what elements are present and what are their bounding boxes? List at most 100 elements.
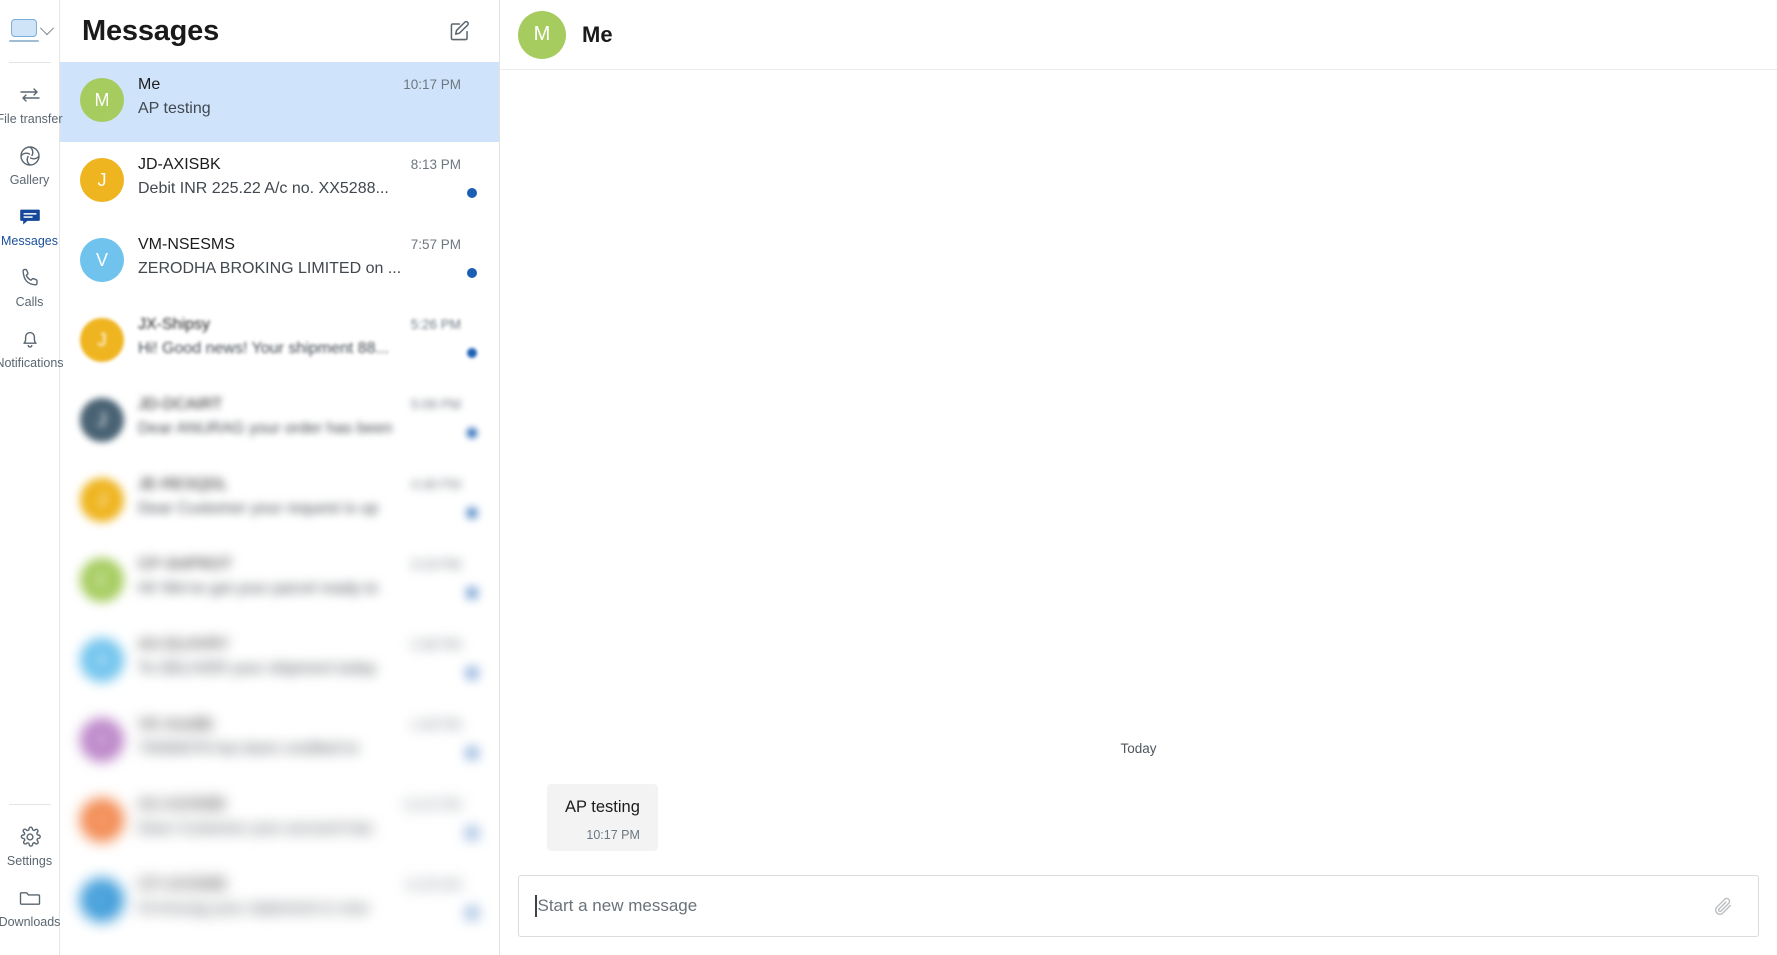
avatar: V [80,718,124,762]
unread-badge [467,748,477,758]
list-item-top-row: JE-RESQDL 4:48 PM [138,476,483,494]
list-item-body: JX-Shipsy 5:26 PM Hi! Good news! Your ship… [138,316,483,358]
list-item[interactable]: J JD-DCAIRT 5:09 PM Dear ANURAG your order … [60,382,499,462]
conversation-time: 8:13 PM [410,157,461,172]
conversation-time: 7:57 PM [410,237,461,252]
list-item-body: AX-AXISMB 12:22 PM Dear Customer your acco… [138,796,483,838]
file-transfer-icon [18,82,42,108]
gear-icon [18,824,42,850]
avatar: J [80,398,124,442]
avatar: C [80,878,124,922]
unread-badge [467,428,477,438]
message-input[interactable] [537,876,1702,936]
list-item-body: VM-NSESMS 7:57 PM ZERODHA BROKING LIMITED … [138,236,483,278]
conversation-preview: Dear ANURAG your order has been [138,420,393,437]
messages-icon [18,204,42,230]
avatar: J [80,158,124,202]
conversation-time: 3:19 PM [410,557,461,572]
compose-icon[interactable] [443,14,477,48]
unread-badge [467,908,477,918]
list-item[interactable]: M Me 10:17 PM AP testing [60,62,499,142]
avatar: C [80,558,124,602]
conversation-preview: ZERODHA BROKING LIMITED on ... [138,260,402,277]
composer[interactable] [518,875,1759,937]
avatar: J [80,318,124,362]
sidebar-item-messages[interactable]: Messages [0,195,60,256]
unread-badge [467,668,477,678]
message-bubble[interactable]: AP testing 10:17 PM [547,784,658,851]
paperclip-icon[interactable] [1702,885,1744,927]
list-item[interactable]: C CP-SHPROT 3:19 PM Hi! We've got your parc… [60,542,499,622]
sidebar-item-file-transfer[interactable]: File transfer [0,73,63,134]
sidebar-item-notifications[interactable]: Notifications [0,317,64,378]
list-item-top-row: AX-AXISMB 12:22 PM [138,796,483,814]
list-item-top-row: VM-NSESMS 7:57 PM [138,236,483,254]
conversation-preview: Hi! We've got your parcel ready to [138,580,379,597]
folder-icon [18,885,42,911]
conversation-time: 1:49 PM [410,717,461,732]
list-item[interactable]: A AX-AXISMB 12:22 PM Dear Customer your acc… [60,782,499,862]
list-item[interactable]: J JX-Shipsy 5:26 PM Hi! Good news! Your shi… [60,302,499,382]
list-item[interactable]: J JE-RESQDL 4:48 PM Dear Customer your requ… [60,462,499,542]
list-item[interactable]: V VM-NSESMS 7:57 PM ZERODHA BROKING LIMITED… [60,222,499,302]
conversation-name: CP-SHPROT [138,556,233,573]
sidebar-item-downloads[interactable]: Downloads [0,876,60,937]
message-thread[interactable]: Today AP testing 10:17 PM [500,70,1777,865]
sidebar-item-label: Notifications [0,356,64,370]
conversation-preview: Dear Customer your request is up [138,500,379,517]
unread-badge [467,268,477,278]
rail-divider-bottom [8,804,51,805]
conversation-name: AX-DLHVRY [138,636,230,653]
list-item[interactable]: C CP-AXISMB 11:05 AM Hi Anurag your stateme… [60,862,499,942]
sidebar-item-calls[interactable]: Calls [0,256,60,317]
conversation-time: 5:26 PM [410,317,461,332]
gallery-icon [18,143,42,169]
conversation-preview: To DELIVER your shipment today [138,660,377,677]
conversation-name: VM-NSESMS [138,236,235,253]
bell-icon [18,326,42,352]
conversation-name: JE-RESQDL [138,476,228,493]
list-item[interactable]: V VK-AxisBk 1:49 PM 75000078 has been credi… [60,702,499,782]
list-item-body: CP-AXISMB 11:05 AM Hi Anurag your statemen… [138,876,483,918]
conversation-time: 5:09 PM [410,397,461,412]
sidebar-item-label: Calls [15,295,44,309]
device-selector[interactable] [0,0,60,62]
avatar: M [518,10,566,59]
list-item[interactable]: J JD-AXISBK 8:13 PM Debit INR 225.22 A/c no… [60,142,499,222]
unread-badge [467,588,477,598]
list-item-body: AX-DLHVRY 2:38 PM To DELIVER your shipment… [138,636,483,678]
conversation-name: Me [138,76,161,93]
conversation-title: Me [582,21,613,47]
list-item-body: Me 10:17 PM AP testing [138,76,483,118]
conversation-preview: Debit INR 225.22 A/c no. XX5288... [138,180,389,197]
sidebar-item-settings[interactable]: Settings [0,815,60,876]
list-item-top-row: CP-SHPROT 3:19 PM [138,556,483,574]
sidebar-item-gallery[interactable]: Gallery [0,134,60,195]
conversation-name: CP-AXISMB [138,876,227,893]
list-item-top-row: AX-DLHVRY 2:38 PM [138,636,483,654]
list-item[interactable]: A AX-DLHVRY 2:38 PM To DELIVER your shipmen… [60,622,499,702]
rail-bottom-items: Settings Downloads [0,804,60,955]
avatar: A [80,638,124,682]
sidebar-item-label: Settings [6,854,53,868]
conversation-name: JX-Shipsy [138,316,211,333]
conversation-pane: M Me Today AP testing 10:17 PM [500,0,1777,955]
list-item-body: CP-SHPROT 3:19 PM Hi! We've got your parce… [138,556,483,598]
unread-badge [467,188,477,198]
list-item-top-row: CP-AXISMB 11:05 AM [138,876,483,894]
list-item-top-row: JD-DCAIRT 5:09 PM [138,396,483,414]
rail-items: File transfer Gallery Messages Calls Not… [0,73,64,378]
text-caret [535,895,537,917]
left-nav-rail: File transfer Gallery Messages Calls Not… [0,0,64,955]
sidebar-item-label: Gallery [9,173,50,187]
conversation-preview: Hi! Good news! Your shipment 88... [138,340,389,357]
unread-badge [467,828,477,838]
page-title: Messages [82,14,220,47]
unread-badge [467,348,477,358]
composer-area [500,865,1777,955]
sidebar-item-label: File transfer [0,112,63,126]
message-text: AP testing [565,798,640,816]
conversation-list[interactable]: M Me 10:17 PM AP testing J JD-AXISBK 8:13 PM De… [60,62,499,955]
avatar: A [80,798,124,842]
conversation-preview: 75000078 has been credited to [138,740,359,757]
